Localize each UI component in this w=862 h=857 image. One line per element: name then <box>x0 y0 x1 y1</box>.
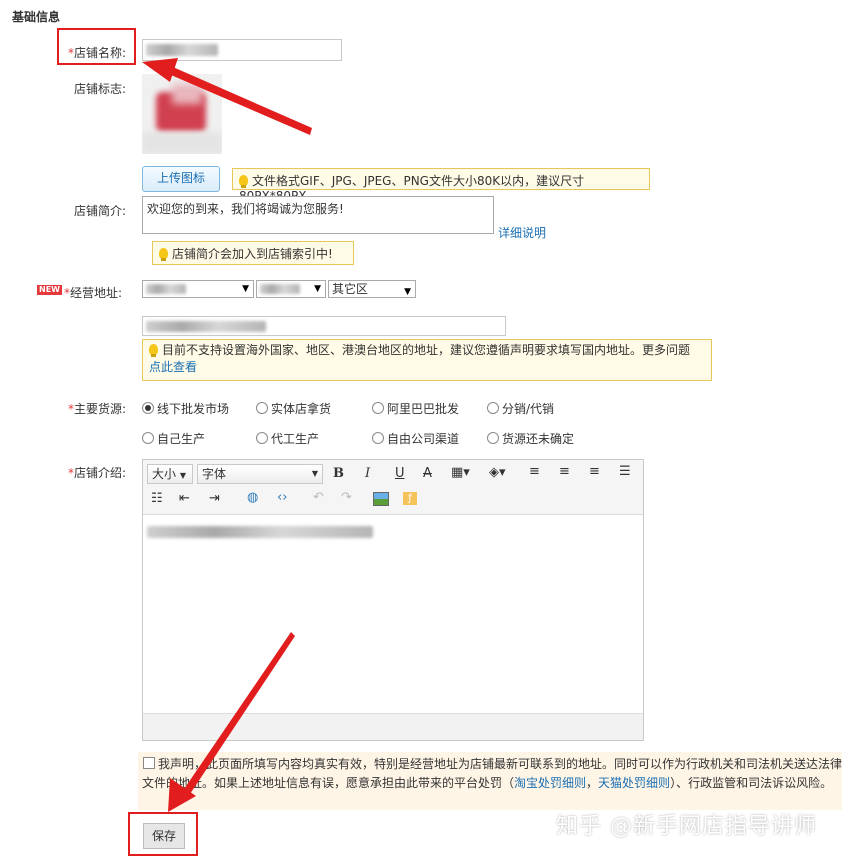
province-select[interactable]: ▼ <box>142 280 254 298</box>
description-label: *店铺介绍: <box>67 466 126 480</box>
radio[interactable] <box>142 432 154 444</box>
outdent-icon[interactable]: ⇤ <box>179 491 190 506</box>
radio[interactable] <box>487 402 499 414</box>
rich-text-editor[interactable]: 大小 ▼ 字体 ▼ B I U A ▦▾ ◈▾ ≡ ≡ ≡ ☰ ☷ ⇤ ⇥ ◍ ‹… <box>142 459 644 741</box>
table-icon[interactable]: ▦▾ <box>451 465 470 480</box>
district-select[interactable]: 其它区 ▼ <box>328 280 416 298</box>
radio[interactable] <box>256 432 268 444</box>
radio[interactable] <box>256 402 268 414</box>
intro-index-tip: 店铺简介会加入到店铺索引中! <box>152 241 354 265</box>
watermark: 知乎 @新手网店指导讲师 <box>556 814 817 839</box>
source-code-icon[interactable]: ‹› <box>277 490 287 505</box>
bold-icon[interactable]: B <box>333 466 344 481</box>
align-center-icon[interactable]: ≡ <box>559 464 570 479</box>
strikethrough-icon[interactable]: A <box>423 466 432 481</box>
new-badge: NEW <box>37 285 62 295</box>
align-right-icon[interactable]: ≡ <box>589 464 600 479</box>
annotation-box-save <box>128 812 198 856</box>
source-option[interactable]: 货源还未确定 <box>487 430 574 447</box>
undo-icon[interactable]: ↶ <box>313 490 324 505</box>
link-globe-icon[interactable]: ◍ <box>247 490 258 505</box>
source-option[interactable]: 代工生产 <box>256 430 319 447</box>
lightbulb-icon <box>149 344 158 357</box>
shop-logo-image <box>142 74 222 154</box>
tmall-penalty-link[interactable]: 天猫处罚细则 <box>598 776 670 790</box>
flash-icon[interactable]: ƒ <box>403 492 417 505</box>
lightbulb-icon <box>239 175 248 188</box>
shop-name-input[interactable] <box>142 39 342 61</box>
source-option[interactable]: 线下批发市场 <box>142 400 229 417</box>
shop-name-blurred-value <box>146 44 218 56</box>
font-family-dropdown[interactable]: 字体 ▼ <box>197 464 323 484</box>
radio[interactable] <box>372 432 384 444</box>
logo-format-tip: 文件格式GIF、JPG、JPEG、PNG文件大小80K以内，建议尺寸80PX*8… <box>232 168 650 203</box>
shop-intro-label: 店铺简介: <box>73 204 126 218</box>
fill-color-icon[interactable]: ◈▾ <box>489 465 506 480</box>
street-address-input[interactable] <box>142 316 506 336</box>
indent-icon[interactable]: ⇥ <box>209 491 220 506</box>
radio[interactable] <box>372 402 384 414</box>
source-option[interactable]: 阿里巴巴批发 <box>372 400 459 417</box>
radio[interactable] <box>487 432 499 444</box>
lightbulb-icon <box>159 248 168 261</box>
source-label: *主要货源: <box>67 402 126 416</box>
city-select[interactable]: ▼ <box>256 280 326 298</box>
upload-logo-button[interactable]: 上传图标 <box>142 166 220 192</box>
shop-logo-label: 店铺标志: <box>73 82 126 96</box>
underline-icon[interactable]: U <box>395 466 405 481</box>
radio-selected[interactable] <box>142 402 154 414</box>
shop-intro-textarea[interactable]: 欢迎您的到来，我们将竭诚为您服务! <box>142 196 494 234</box>
source-option[interactable]: 自己生产 <box>142 430 205 447</box>
redo-icon[interactable]: ↷ <box>341 490 352 505</box>
detail-link[interactable]: 详细说明 <box>498 224 546 241</box>
editor-blurred-content <box>147 526 373 538</box>
font-size-dropdown[interactable]: 大小 ▼ <box>147 464 193 484</box>
source-option[interactable]: 自由公司渠道 <box>372 430 459 447</box>
check-here-link[interactable]: 点此查看 <box>149 360 197 374</box>
section-title: 基础信息 <box>12 10 61 24</box>
declaration-text: 我声明，此页面所填写内容均真实有效，特别是经营地址为店铺最新可联系到的地址。同时… <box>142 757 843 790</box>
editor-statusbar <box>143 713 643 740</box>
source-option[interactable]: 分销/代销 <box>487 400 554 417</box>
source-option[interactable]: 实体店拿货 <box>256 400 331 417</box>
align-left-icon[interactable]: ≡ <box>529 464 540 479</box>
address-label: *经营地址: <box>64 286 123 300</box>
address-tip: 目前不支持设置海外国家、地区、港澳台地区的地址，建议您遵循声明要求填写国内地址。… <box>142 339 712 381</box>
numbered-list-icon[interactable]: ☷ <box>151 491 163 506</box>
annotation-box-shop-name <box>57 28 136 65</box>
italic-icon[interactable]: I <box>365 466 370 481</box>
taobao-penalty-link[interactable]: 淘宝处罚细则 <box>514 776 586 790</box>
bullet-list-icon[interactable]: ☰ <box>619 464 631 479</box>
image-icon[interactable] <box>373 492 389 506</box>
